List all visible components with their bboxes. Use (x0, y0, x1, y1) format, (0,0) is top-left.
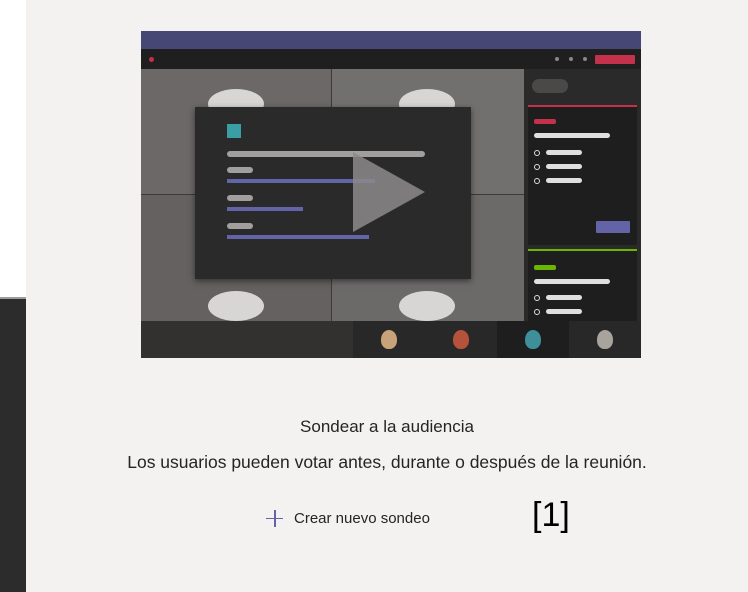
preview-toolbar (141, 49, 641, 69)
avatar (597, 330, 613, 349)
radio-icon (534, 178, 540, 184)
preview-poll-card (528, 105, 637, 245)
radio-icon (534, 164, 540, 170)
polls-intro-title: Sondear a la audiencia (300, 417, 474, 436)
preview-slide-logo (227, 124, 241, 138)
preview-record-dot (149, 57, 154, 62)
preview-toolbar-dot (583, 57, 587, 61)
preview-participant-cell (569, 321, 641, 358)
preview-participant-cell (425, 321, 497, 358)
preview-participant-cell (353, 321, 425, 358)
avatar (453, 330, 469, 349)
preview-toolbar-dot (555, 57, 559, 61)
meeting-preview-illustration (141, 31, 641, 358)
polls-intro-description: Los usuarios pueden votar antes, durante… (127, 452, 647, 472)
preview-poll-option (546, 150, 582, 155)
preview-poll-question (534, 133, 610, 138)
preview-poll-option (546, 295, 582, 300)
preview-slide-line (227, 223, 253, 229)
create-poll-label: Crear nuevo sondeo (294, 509, 430, 527)
preview-poll-tag (534, 119, 556, 124)
preview-slide-line (227, 167, 253, 173)
preview-poll-question (534, 279, 610, 284)
preview-poll-tag (534, 265, 556, 270)
radio-icon (534, 150, 540, 156)
preview-slide-line (227, 195, 253, 201)
preview-poll-option (546, 178, 582, 183)
radio-icon (534, 295, 540, 301)
preview-poll-sidebar (524, 69, 641, 323)
preview-poll-submit (596, 221, 630, 233)
annotation-marker: [1] (532, 496, 570, 534)
plus-icon (266, 509, 283, 527)
preview-leave-button (595, 55, 635, 64)
avatar (381, 330, 397, 349)
preview-poll-option (546, 164, 582, 169)
preview-shared-slide (195, 107, 471, 279)
preview-participant-strip (141, 321, 641, 358)
play-icon (353, 152, 425, 232)
preview-participant-cell (497, 321, 569, 358)
preview-slide-bar (227, 207, 303, 211)
background-window-divider (0, 297, 26, 299)
preview-toolbar-dot (569, 57, 573, 61)
preview-sidebar-pill (532, 79, 568, 93)
preview-title-bar (141, 31, 641, 49)
background-window-edge (0, 297, 26, 592)
avatar (525, 330, 541, 349)
create-poll-button[interactable]: Crear nuevo sondeo (266, 504, 430, 532)
radio-icon (534, 309, 540, 315)
preview-poll-option (546, 309, 582, 314)
preview-poll-card (528, 249, 637, 323)
preview-participant-head (208, 291, 264, 321)
preview-participant-head (399, 291, 455, 321)
preview-slide-bar (227, 235, 369, 239)
